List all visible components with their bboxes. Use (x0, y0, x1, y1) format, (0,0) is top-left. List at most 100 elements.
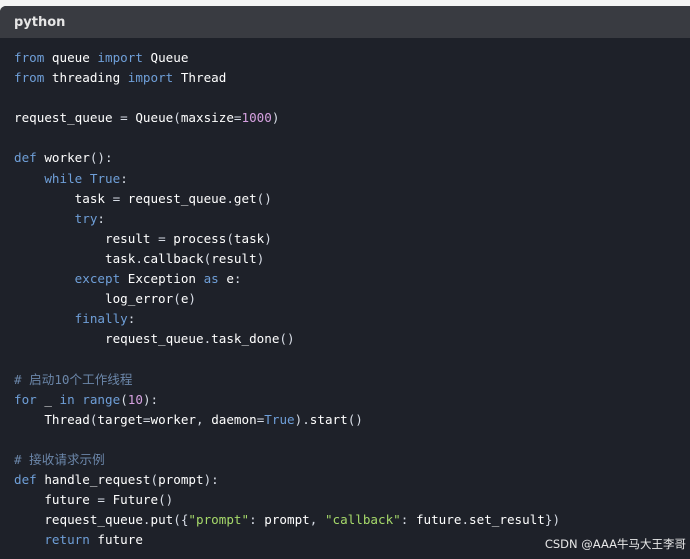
code-line: request_queue = Queue(maxsize=1000) (14, 108, 690, 128)
code-token: daemon (211, 411, 257, 427)
code-token: import (127, 70, 174, 86)
code-token: from (14, 70, 45, 86)
code-token: ): (203, 471, 219, 487)
code-token: = (158, 230, 166, 246)
code-token: def (14, 471, 37, 487)
code-token: e (218, 271, 234, 287)
code-token: target (97, 411, 143, 427)
code-token: ) (256, 250, 265, 266)
code-token: Exception (120, 271, 204, 287)
code-token: ( (150, 471, 159, 487)
language-label: python (14, 14, 66, 30)
code-token: set_result (469, 512, 545, 528)
code-token: = (97, 492, 105, 508)
code-token: task (14, 190, 113, 206)
code-line: from queue import Queue (14, 48, 690, 68)
code-token: Queue (127, 110, 174, 126)
code-line: task.callback(result) (14, 249, 690, 269)
code-line: # 启动10个工作线程 (14, 370, 690, 390)
code-token: worker (36, 150, 90, 166)
code-token: Thread (173, 70, 227, 86)
code-token: : (400, 512, 416, 528)
code-token: try (74, 210, 98, 226)
code-content[interactable]: from queue import Queue from threading im… (0, 38, 690, 550)
code-token: ). (294, 411, 310, 427)
code-token: request_queue (14, 512, 143, 528)
code-token: range (82, 391, 121, 407)
code-token: while (44, 170, 83, 186)
code-token: , (196, 411, 212, 427)
code-token: task_done (211, 331, 280, 347)
code-token: (): (89, 150, 113, 166)
code-token: Thread (14, 411, 90, 427)
code-token: }) (544, 512, 561, 528)
code-line: try: (14, 209, 690, 229)
code-token: result (14, 230, 159, 246)
code-token: : (97, 210, 106, 226)
code-token: ( (226, 230, 234, 246)
code-line: def handle_request(prompt): (14, 470, 690, 490)
code-token: () (256, 190, 272, 206)
code-token: prompt (264, 512, 310, 528)
code-token: result (211, 250, 257, 266)
code-token: threading (44, 70, 128, 86)
code-token: future (415, 512, 462, 528)
code-token: # 启动10个工作线程 (14, 371, 133, 387)
code-token: from (14, 50, 45, 65)
code-token: . (135, 250, 143, 266)
code-token: callback (142, 250, 204, 266)
code-line: except Exception as e: (14, 269, 690, 289)
code-line: result = process(task) (14, 229, 690, 249)
code-token: prompt (158, 471, 204, 487)
code-block-header: python (0, 6, 690, 38)
code-token: for (14, 391, 37, 407)
code-token: () (279, 331, 295, 347)
code-token: request_queue (120, 190, 227, 206)
code-line: for _ in range(10): (14, 390, 690, 410)
code-token: : (127, 311, 136, 327)
code-token: ({ (173, 512, 189, 528)
code-token: : (249, 512, 265, 528)
code-token: () (347, 411, 363, 427)
code-token: Future (105, 492, 159, 508)
code-token: def (14, 150, 37, 166)
code-token: ( (120, 391, 128, 407)
code-token: start (309, 411, 348, 427)
code-token: = (233, 110, 242, 126)
code-token: True (264, 411, 295, 427)
code-token: 1000 (241, 110, 272, 126)
code-token: , (309, 512, 325, 528)
code-token: ): (142, 391, 159, 407)
code-line: log_error(e) (14, 289, 690, 309)
code-token: as (203, 271, 219, 287)
code-line: Thread(target=worker, daemon=True).start… (14, 410, 690, 430)
code-token: = (120, 110, 128, 126)
code-line: # 接收请求示例 (14, 450, 690, 470)
code-token: log_error (14, 291, 174, 307)
code-token: request_queue (14, 331, 204, 347)
code-token: request_queue (14, 110, 121, 126)
code-token: import (97, 50, 143, 65)
code-token: ) (271, 110, 280, 126)
code-line: while True: (14, 169, 690, 189)
code-token: put (150, 512, 174, 528)
code-line: request_queue.put({"prompt": prompt, "ca… (14, 510, 690, 530)
code-line: task = request_queue.get() (14, 189, 690, 209)
code-token: except (74, 271, 121, 287)
code-token: () (158, 492, 174, 508)
code-token: "prompt" (188, 512, 250, 528)
code-line: def worker(): (14, 148, 690, 168)
code-token: ) (188, 291, 197, 307)
code-block: python from queue import Queue from threa… (0, 6, 690, 559)
code-token: task (14, 250, 136, 266)
code-token: maxsize (180, 110, 234, 126)
code-token: queue (44, 50, 98, 65)
code-token: : (120, 170, 128, 186)
code-token: # 接收请求示例 (14, 451, 105, 467)
csdn-watermark: CSDN @AAA牛马大王李哥 (544, 537, 686, 551)
